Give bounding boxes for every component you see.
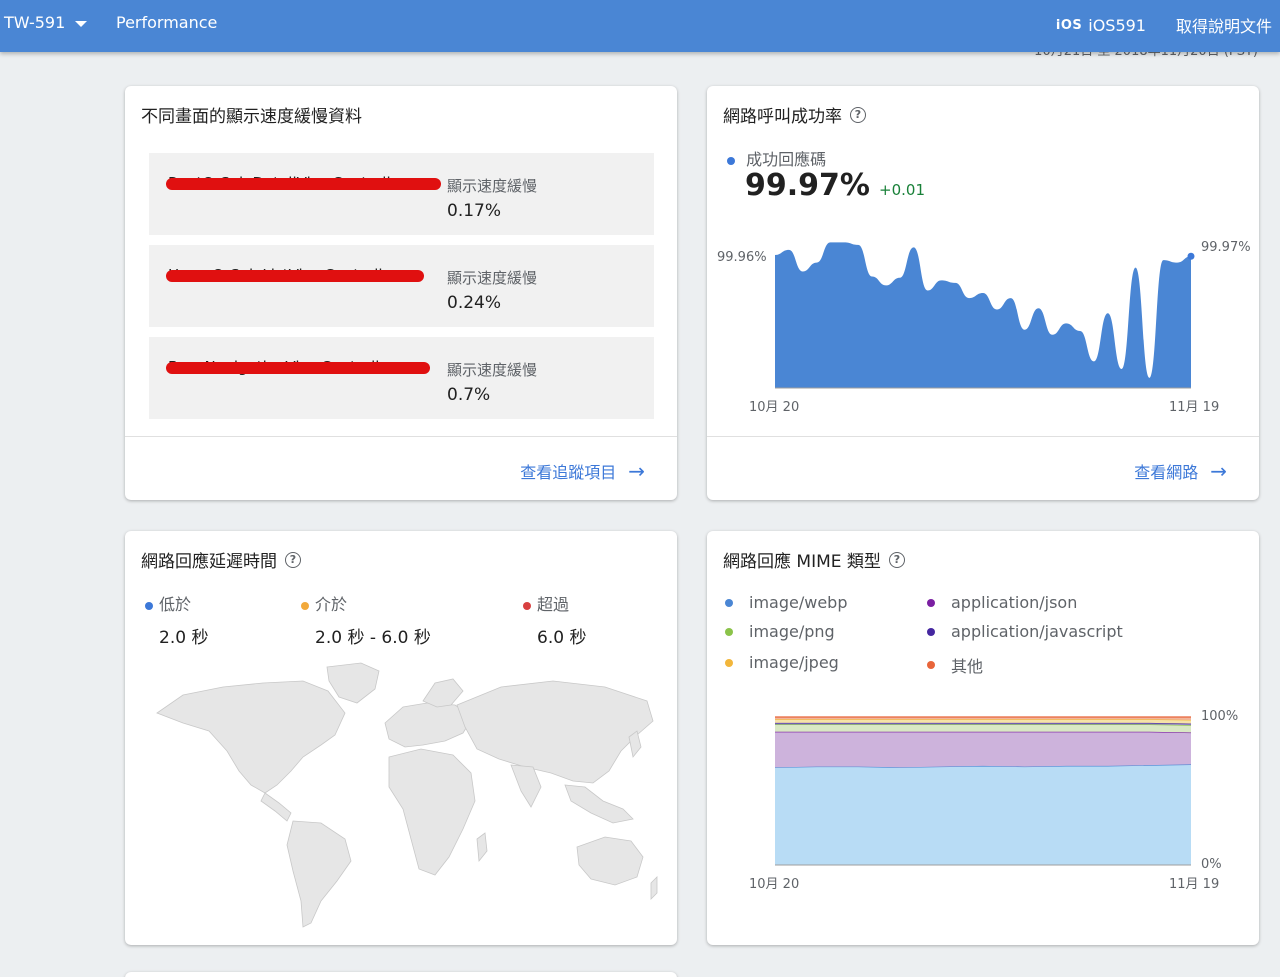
view-network-label: 查看網路	[1134, 463, 1199, 482]
map-india	[510, 764, 542, 808]
y-axis-label-bottom: 0%	[1201, 857, 1222, 872]
slow-rendering-label: 顯示速度緩慢	[447, 269, 538, 287]
map-australia	[576, 836, 644, 886]
latency-card: 網路回應延遲時間 ? 低於 2.0 秒 介於 2.0 秒 - 6.0 秒 超過 …	[125, 531, 677, 945]
slow-rendering-value: 0.7%	[447, 385, 491, 405]
mime-types-card: 網路回應 MIME 類型 ? image/webp application/js…	[707, 531, 1259, 945]
redaction-mark	[166, 362, 430, 374]
latency-bucket: 低於 2.0 秒	[145, 591, 208, 648]
map-greenland	[326, 662, 380, 704]
network-success-card: 網路呼叫成功率 ? 成功回應碼 99.97% +0.01 99.96% 99.9…	[707, 86, 1259, 500]
mime-area-application-json	[775, 731, 1191, 768]
project-selector[interactable]: TW-591	[4, 13, 88, 32]
page-title: Performance	[116, 13, 218, 32]
slow-screen-row[interactable]: BaseNavigationViewController 顯示速度緩慢 0.7%	[149, 337, 654, 419]
slow-rendering-value: 0.24%	[447, 293, 502, 313]
arrow-right-icon: →	[1210, 459, 1227, 483]
map-africa	[388, 748, 476, 876]
legend-dot	[145, 601, 153, 610]
card-divider	[125, 436, 677, 437]
success-rate-chart[interactable]	[707, 86, 1259, 500]
map-madagascar	[476, 832, 488, 863]
view-network-link[interactable]: 查看網路 →	[1134, 459, 1227, 483]
view-traces-label: 查看追蹤項目	[520, 463, 617, 482]
redaction-mark	[166, 270, 424, 282]
legend-dot	[301, 601, 309, 610]
slow-screens-title: 不同畫面的顯示速度緩慢資料	[141, 107, 362, 127]
card-divider	[707, 436, 1259, 437]
x-axis-label-end: 11月 19	[1169, 400, 1220, 415]
latency-bucket: 超過 6.0 秒	[523, 591, 586, 648]
bucket-value: 6.0 秒	[537, 628, 587, 648]
help-icon[interactable]: ?	[285, 551, 301, 568]
slow-screens-card: 不同畫面的顯示速度緩慢資料 RentOrSaleDetailViewContro…	[125, 86, 677, 500]
mime-area-image-png	[775, 724, 1191, 733]
slow-screen-row[interactable]: RentOrSaleDetailViewController 顯示速度緩慢 0.…	[149, 153, 654, 235]
map-north-america	[156, 680, 346, 794]
arrow-right-icon: →	[628, 459, 645, 483]
map-scandinavia	[422, 678, 464, 708]
redaction-mark	[166, 178, 441, 190]
latency-bucket: 介於 2.0 秒 - 6.0 秒	[301, 591, 431, 648]
docs-link[interactable]: 取得說明文件	[1176, 13, 1272, 37]
bucket-label: 介於	[315, 595, 348, 614]
map-new-zealand	[650, 876, 658, 900]
slow-rendering-label: 顯示速度緩慢	[447, 177, 538, 195]
x-axis-label-end: 11月 19	[1169, 877, 1220, 892]
bucket-value: 2.0 秒	[159, 628, 209, 648]
ios-platform-icon: iOS	[1055, 17, 1083, 33]
card-title: 不同畫面的顯示速度緩慢資料	[141, 102, 362, 127]
next-card	[125, 972, 677, 977]
app-selector[interactable]: iOS591	[1088, 16, 1146, 35]
view-traces-link[interactable]: 查看追蹤項目 →	[520, 459, 645, 483]
map-southeast-asia	[564, 784, 634, 824]
project-name: TW-591	[4, 13, 66, 32]
bucket-label: 超過	[537, 595, 570, 614]
x-axis-label-start: 10月 20	[749, 877, 800, 892]
slow-rendering-value: 0.17%	[447, 201, 502, 221]
top-app-bar: TW-591 Performance iOS iOS591 取得說明文件	[0, 0, 1280, 52]
latency-title: 網路回應延遲時間	[141, 552, 277, 572]
slow-rendering-label: 顯示速度緩慢	[447, 361, 538, 379]
bucket-value: 2.0 秒 - 6.0 秒	[315, 628, 431, 648]
slow-screen-row[interactable]: HomeOrSaleListViewController 顯示速度緩慢 0.24…	[149, 245, 654, 327]
x-axis-label-start: 10月 20	[749, 400, 800, 415]
card-title: 網路回應延遲時間 ?	[141, 547, 301, 572]
mime-area-image-webp	[775, 764, 1191, 865]
map-south-america	[286, 820, 352, 928]
map-asia	[456, 680, 654, 784]
world-map[interactable]	[153, 661, 659, 931]
chevron-down-icon	[75, 20, 88, 27]
map-central-america	[260, 792, 292, 822]
bucket-label: 低於	[159, 595, 192, 614]
last-point-marker	[1187, 252, 1195, 260]
y-axis-label-top: 100%	[1201, 709, 1239, 724]
success-rate-area	[775, 242, 1191, 388]
legend-dot	[523, 601, 531, 610]
